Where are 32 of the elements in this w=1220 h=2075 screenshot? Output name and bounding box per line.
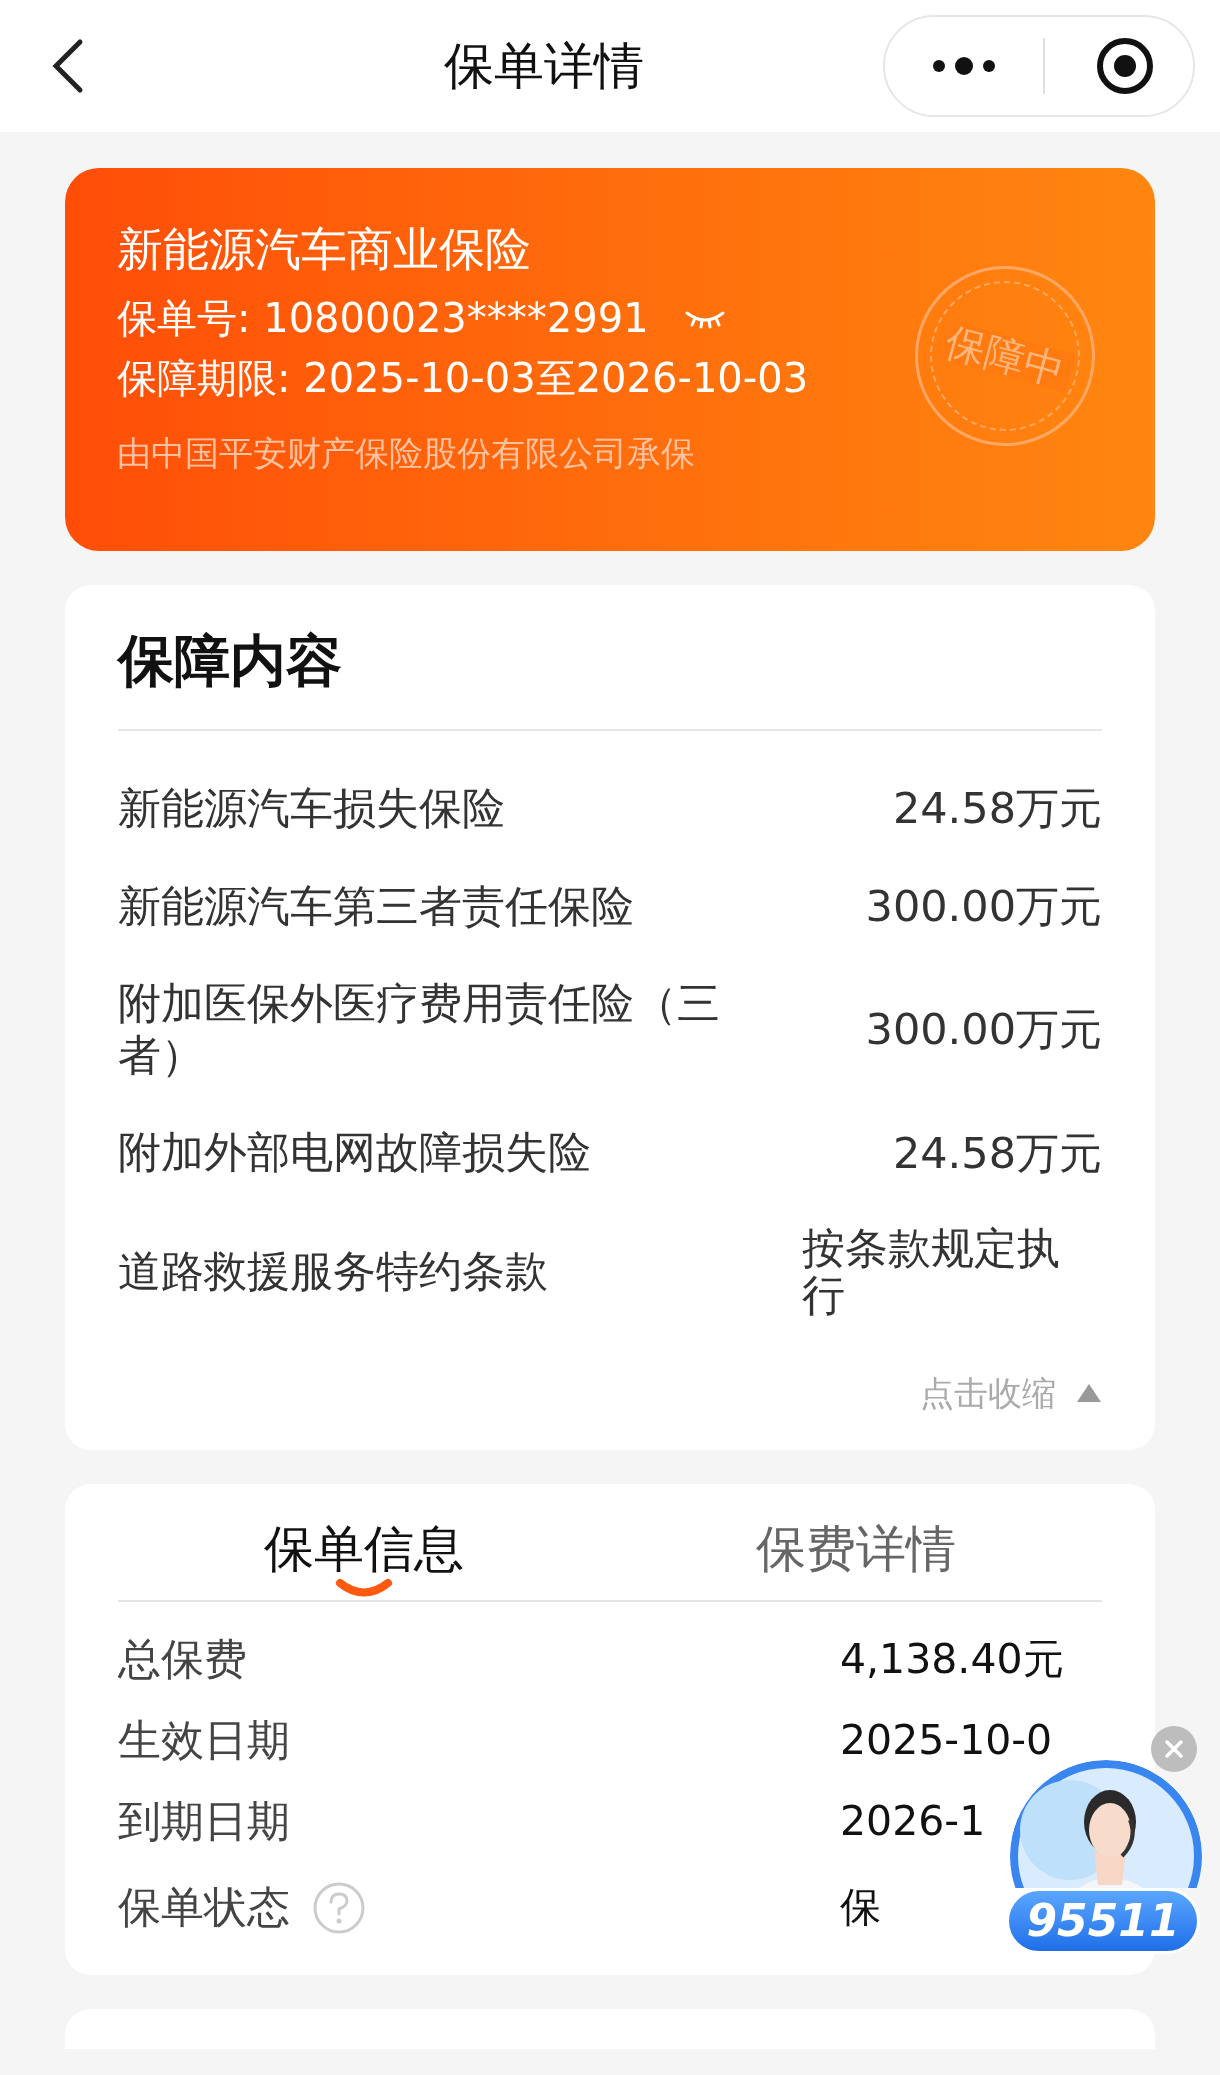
coverage-amount: 24.58万元 xyxy=(892,1129,1102,1177)
coverage-name: 附加医保外医疗费用责任险（三者） xyxy=(118,978,721,1082)
insurer-text: 由中国平安财产保险股份有限公司承保 xyxy=(117,436,696,470)
tab[interactable]: 保费详情 xyxy=(756,1523,956,1574)
info-value: 2026-1 xyxy=(840,1796,986,1845)
info-value: 4,138.40元 xyxy=(840,1634,1064,1683)
tab-indicator xyxy=(335,1577,393,1598)
info-label: 生效日期 xyxy=(118,1718,290,1762)
coverage-name: 道路救援服务特约条款 xyxy=(118,1246,549,1299)
section-title: 保障内容 xyxy=(118,633,343,689)
info-label: 到期日期 xyxy=(118,1799,290,1843)
info-value: 保 xyxy=(840,1883,881,1932)
tab[interactable]: 保单信息 xyxy=(264,1523,464,1574)
policy-number: 保单号: 10800023****2991 xyxy=(117,298,649,338)
coverage-name: 新能源汽车第三者责任保险 xyxy=(118,880,635,933)
coverage-amount: 300.00万元 xyxy=(865,1006,1102,1054)
close-icon xyxy=(1164,1739,1184,1759)
hotline-badge[interactable]: 95511 xyxy=(1006,1888,1200,1954)
policy-name: 新能源汽车商业保险 xyxy=(117,226,532,272)
info-label: 总保费 xyxy=(118,1637,247,1681)
info-label: 保单状态 xyxy=(118,1886,290,1930)
coverage-amount: 300.00万元 xyxy=(865,882,1102,931)
back-icon[interactable] xyxy=(50,38,84,94)
coverage-amount: 按条款规定执行 xyxy=(802,1224,1061,1320)
coverage-amount: 24.58万元 xyxy=(892,785,1102,833)
coverage-name: 新能源汽车损失保险 xyxy=(118,783,506,835)
coverage-name: 附加外部电网故障损失险 xyxy=(118,1127,592,1179)
more-icon[interactable] xyxy=(931,56,997,76)
coverage-period: 保障期限: 2025-10-03至2026-10-03 xyxy=(117,358,809,398)
close-target-icon[interactable] xyxy=(1095,36,1155,96)
page-title: 保单详情 xyxy=(443,35,644,97)
info-value: 2025-10-0 xyxy=(840,1715,1053,1764)
